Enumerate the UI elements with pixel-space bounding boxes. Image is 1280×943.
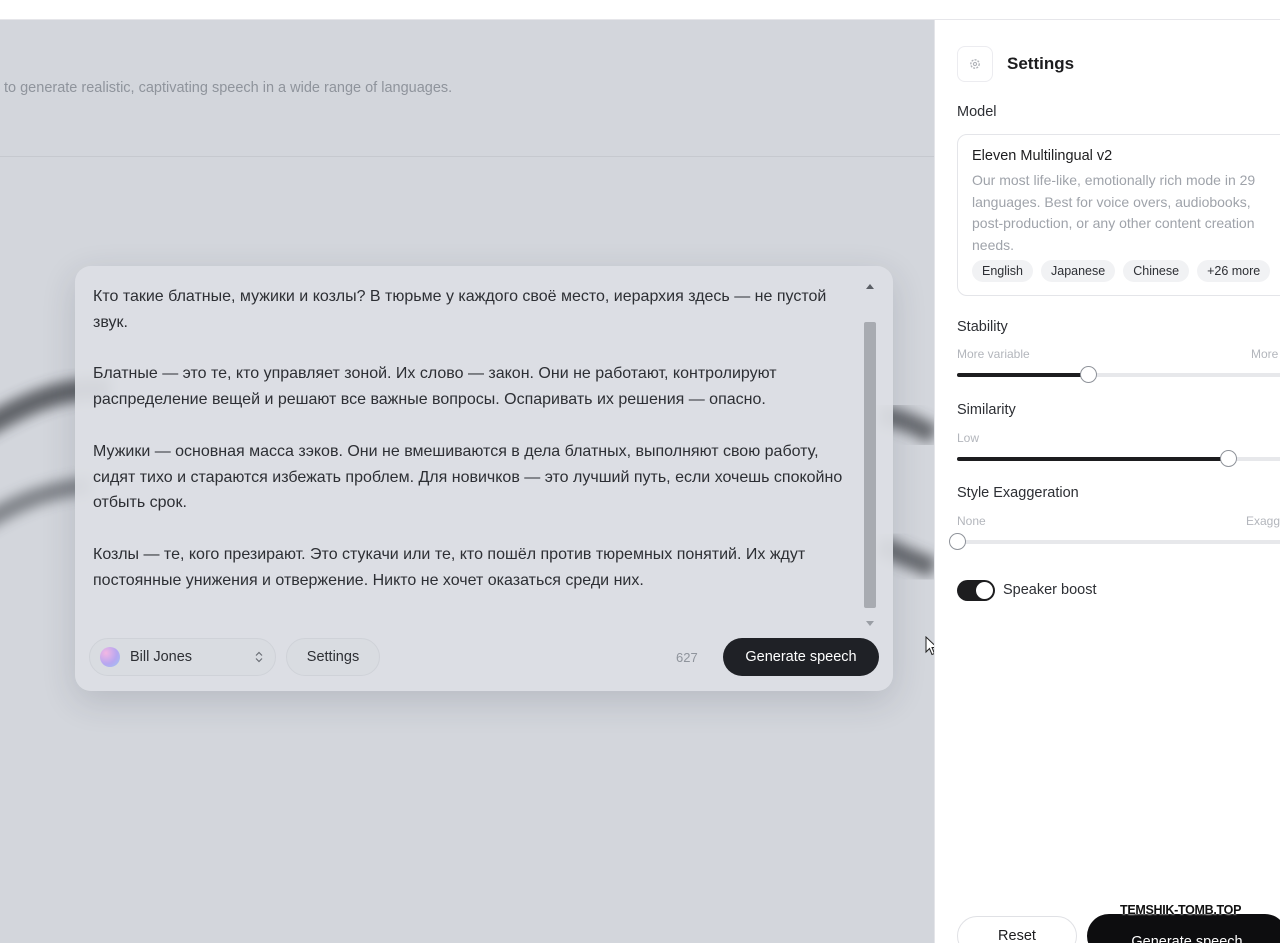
editor-paragraph: Козлы — те, кого презирают. Это стукачи …: [93, 545, 806, 589]
language-tags: English Japanese Chinese +26 more: [972, 260, 1271, 282]
main-area: to generate realistic, captivating speec…: [0, 20, 934, 943]
toggle-knob: [976, 582, 993, 599]
reset-button[interactable]: Reset: [957, 916, 1077, 943]
editor-paragraph: Мужики — основная масса зэков. Они не вм…: [93, 442, 843, 512]
model-label: Model: [957, 104, 997, 120]
speaker-boost-label: Speaker boost: [1003, 582, 1097, 598]
style-exaggeration-slider[interactable]: [949, 533, 1280, 550]
similarity-min-label: Low: [957, 431, 980, 445]
panel-generate-speech-button[interactable]: Generate speech: [1087, 914, 1280, 943]
stability-slider-thumb[interactable]: [1079, 366, 1097, 383]
voice-avatar: [100, 647, 120, 667]
similarity-slider-fill: [957, 457, 1228, 461]
generate-speech-button[interactable]: Generate speech: [723, 638, 879, 676]
language-tag: Chinese: [1123, 260, 1190, 282]
character-count: 627: [676, 650, 698, 665]
stability-min-label: More variable: [957, 347, 1030, 361]
settings-header: Settings: [957, 46, 1074, 82]
model-description: Our most life-like, emotionally rich mod…: [972, 172, 1256, 253]
scroll-down-arrow-icon[interactable]: [866, 621, 874, 626]
similarity-label: Similarity: [957, 402, 1016, 418]
voice-settings-button[interactable]: Settings: [286, 638, 380, 676]
voice-select[interactable]: Bill Jones: [89, 638, 276, 676]
top-bar: [0, 0, 1280, 20]
voice-name: Bill Jones: [130, 649, 193, 665]
model-selector[interactable]: Eleven Multilingual v2 Our most life-lik…: [957, 134, 1280, 296]
watermark: TEMSHIK-TOMB.TOP: [1120, 903, 1242, 917]
speaker-boost-toggle[interactable]: [957, 580, 995, 601]
style-min-label: None: [957, 514, 986, 528]
style-slider-thumb[interactable]: [949, 533, 966, 550]
stability-slider-fill: [957, 373, 1088, 377]
language-tag: English: [972, 260, 1033, 282]
model-name: Eleven Multilingual v2: [972, 148, 1113, 164]
editor-paragraph: Блатные — это те, кто управляет зоной. И…: [93, 365, 777, 409]
editor-footer: Bill Jones Settings 627 Generate speech: [89, 638, 879, 676]
scroll-up-arrow-icon[interactable]: [866, 284, 874, 289]
similarity-slider-thumb[interactable]: [1219, 450, 1237, 467]
text-input[interactable]: Кто такие блатные, мужики и козлы? В тюр…: [93, 284, 861, 624]
settings-panel: Settings Model Eleven Multilingual v2 Ou…: [934, 20, 1280, 943]
select-updown-icon: [255, 651, 263, 664]
style-exaggeration-label: Style Exaggeration: [957, 485, 1079, 501]
settings-title: Settings: [1007, 54, 1075, 73]
stability-slider[interactable]: [957, 366, 1280, 383]
stability-max-label: More: [1251, 347, 1279, 361]
language-tag: Japanese: [1041, 260, 1116, 282]
more-languages-tag: +26 more: [1197, 260, 1271, 282]
style-max-label: Exagg: [1246, 514, 1280, 528]
scroll-thumb[interactable]: [864, 322, 876, 608]
editor-scrollbar[interactable]: [863, 284, 877, 626]
similarity-slider[interactable]: [957, 450, 1280, 467]
stability-label: Stability: [957, 319, 1008, 335]
text-editor-card: Кто такие блатные, мужики и козлы? В тюр…: [75, 266, 893, 691]
gear-icon[interactable]: [957, 46, 993, 82]
editor-paragraph: Кто такие блатные, мужики и козлы? В тюр…: [93, 288, 827, 331]
